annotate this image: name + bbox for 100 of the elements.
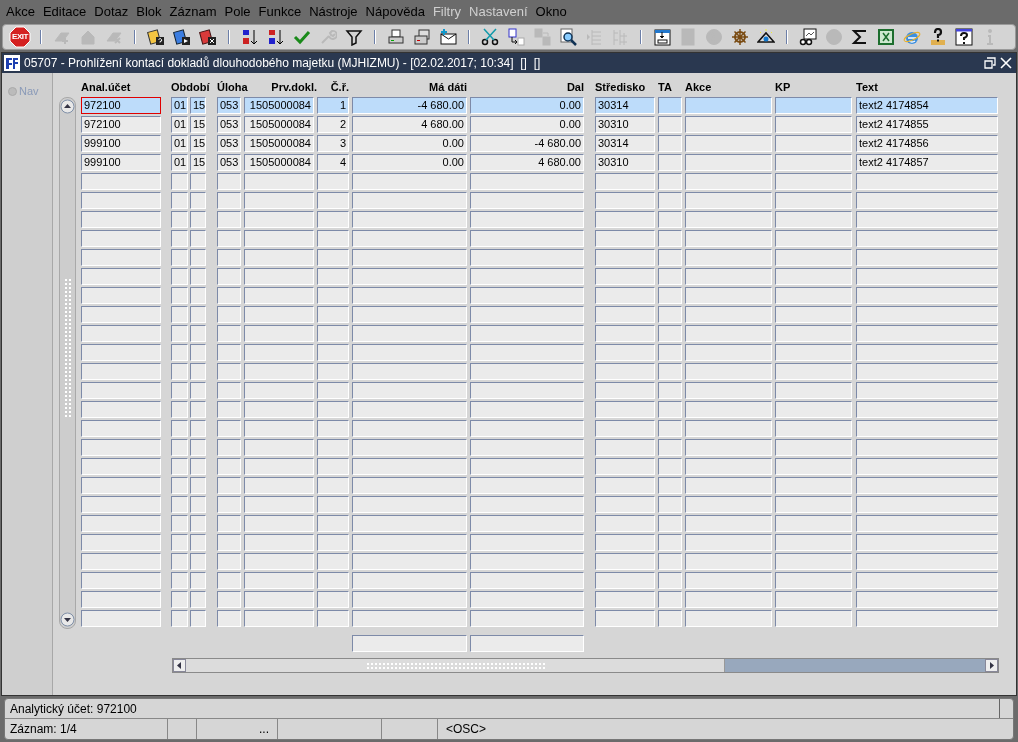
table-cell[interactable] — [685, 610, 772, 627]
scroll-thumb[interactable] — [173, 659, 725, 672]
table-cell[interactable] — [81, 344, 161, 361]
table-cell[interactable] — [658, 610, 682, 627]
table-cell[interactable] — [658, 363, 682, 380]
table-cell[interactable] — [658, 230, 682, 247]
table-cell[interactable] — [190, 553, 206, 570]
table-cell[interactable]: 0.00 — [470, 116, 584, 133]
table-cell[interactable] — [317, 534, 349, 551]
table-cell[interactable]: text2 4174857 — [856, 154, 998, 171]
table-cell[interactable] — [658, 439, 682, 456]
table-cell[interactable] — [856, 439, 998, 456]
table-cell[interactable] — [775, 515, 852, 532]
table-cell[interactable] — [217, 420, 241, 437]
table-cell[interactable] — [658, 496, 682, 513]
glasses-icon[interactable] — [797, 26, 819, 48]
table-cell[interactable] — [352, 477, 467, 494]
table-cell[interactable] — [856, 477, 998, 494]
table-cell[interactable] — [190, 572, 206, 589]
ship-wheel-icon[interactable] — [729, 26, 751, 48]
table-cell[interactable] — [658, 553, 682, 570]
table-cell[interactable] — [856, 382, 998, 399]
table-cell[interactable] — [775, 173, 852, 190]
spreadsheet-icon[interactable] — [875, 26, 897, 48]
table-cell[interactable] — [470, 249, 584, 266]
table-cell[interactable] — [595, 363, 655, 380]
cancel-query-icon[interactable] — [197, 26, 219, 48]
table-cell[interactable] — [317, 610, 349, 627]
table-cell[interactable]: 0.00 — [352, 135, 467, 152]
table-cell[interactable] — [352, 420, 467, 437]
table-cell[interactable] — [470, 439, 584, 456]
table-cell[interactable] — [352, 230, 467, 247]
table-cell[interactable]: 0.00 — [470, 97, 584, 114]
table-cell[interactable] — [352, 401, 467, 418]
table-cell[interactable] — [685, 458, 772, 475]
table-cell[interactable] — [352, 249, 467, 266]
table-cell[interactable] — [244, 534, 314, 551]
table-cell[interactable] — [81, 211, 161, 228]
table-cell[interactable] — [317, 363, 349, 380]
table-cell[interactable] — [470, 363, 584, 380]
table-cell[interactable] — [244, 572, 314, 589]
table-cell[interactable] — [244, 401, 314, 418]
table-cell[interactable] — [470, 591, 584, 608]
table-cell[interactable] — [317, 287, 349, 304]
table-cell[interactable] — [352, 553, 467, 570]
table-cell[interactable] — [470, 306, 584, 323]
table-cell[interactable] — [775, 325, 852, 342]
total-field[interactable] — [352, 635, 467, 652]
table-cell[interactable] — [775, 344, 852, 361]
table-cell[interactable] — [81, 325, 161, 342]
table-cell[interactable] — [217, 173, 241, 190]
table-cell[interactable] — [171, 496, 188, 513]
table-cell[interactable] — [352, 287, 467, 304]
table-cell[interactable]: 053 — [217, 135, 241, 152]
table-cell[interactable] — [81, 420, 161, 437]
table-cell[interactable] — [856, 534, 998, 551]
table-cell[interactable] — [352, 591, 467, 608]
table-cell[interactable] — [856, 572, 998, 589]
table-cell[interactable] — [595, 382, 655, 399]
table-cell[interactable] — [470, 382, 584, 399]
table-cell[interactable] — [685, 420, 772, 437]
table-cell[interactable] — [685, 306, 772, 323]
table-cell[interactable] — [217, 192, 241, 209]
table-cell[interactable] — [658, 477, 682, 494]
restore-icon[interactable] — [984, 57, 996, 69]
table-cell[interactable] — [856, 325, 998, 342]
table-cell[interactable] — [685, 572, 772, 589]
table-cell[interactable] — [190, 173, 206, 190]
table-cell[interactable] — [81, 230, 161, 247]
table-cell[interactable] — [658, 249, 682, 266]
table-cell[interactable] — [244, 382, 314, 399]
table-cell[interactable] — [658, 135, 682, 152]
table-cell[interactable] — [217, 534, 241, 551]
table-cell[interactable] — [217, 344, 241, 361]
table-cell[interactable] — [856, 249, 998, 266]
table-cell[interactable] — [171, 420, 188, 437]
exit-button[interactable]: EXIT — [9, 26, 31, 48]
table-cell[interactable] — [317, 553, 349, 570]
table-cell[interactable] — [81, 249, 161, 266]
table-cell[interactable] — [685, 154, 772, 171]
table-cell[interactable]: -4 680.00 — [470, 135, 584, 152]
table-cell[interactable] — [244, 591, 314, 608]
mail-icon[interactable] — [437, 26, 459, 48]
table-cell[interactable] — [352, 344, 467, 361]
table-cell[interactable] — [244, 211, 314, 228]
table-cell[interactable] — [685, 268, 772, 285]
table-cell[interactable] — [595, 287, 655, 304]
import-icon[interactable] — [651, 26, 673, 48]
table-cell[interactable] — [317, 173, 349, 190]
table-cell[interactable] — [217, 458, 241, 475]
table-cell[interactable] — [81, 192, 161, 209]
table-cell[interactable] — [595, 211, 655, 228]
table-cell[interactable] — [190, 515, 206, 532]
table-cell[interactable] — [470, 325, 584, 342]
table-cell[interactable] — [81, 591, 161, 608]
table-cell[interactable] — [352, 382, 467, 399]
table-cell[interactable] — [171, 249, 188, 266]
table-cell[interactable] — [171, 553, 188, 570]
table-cell[interactable]: 999100 — [81, 154, 161, 171]
menu-item[interactable]: Záznam — [165, 2, 221, 22]
